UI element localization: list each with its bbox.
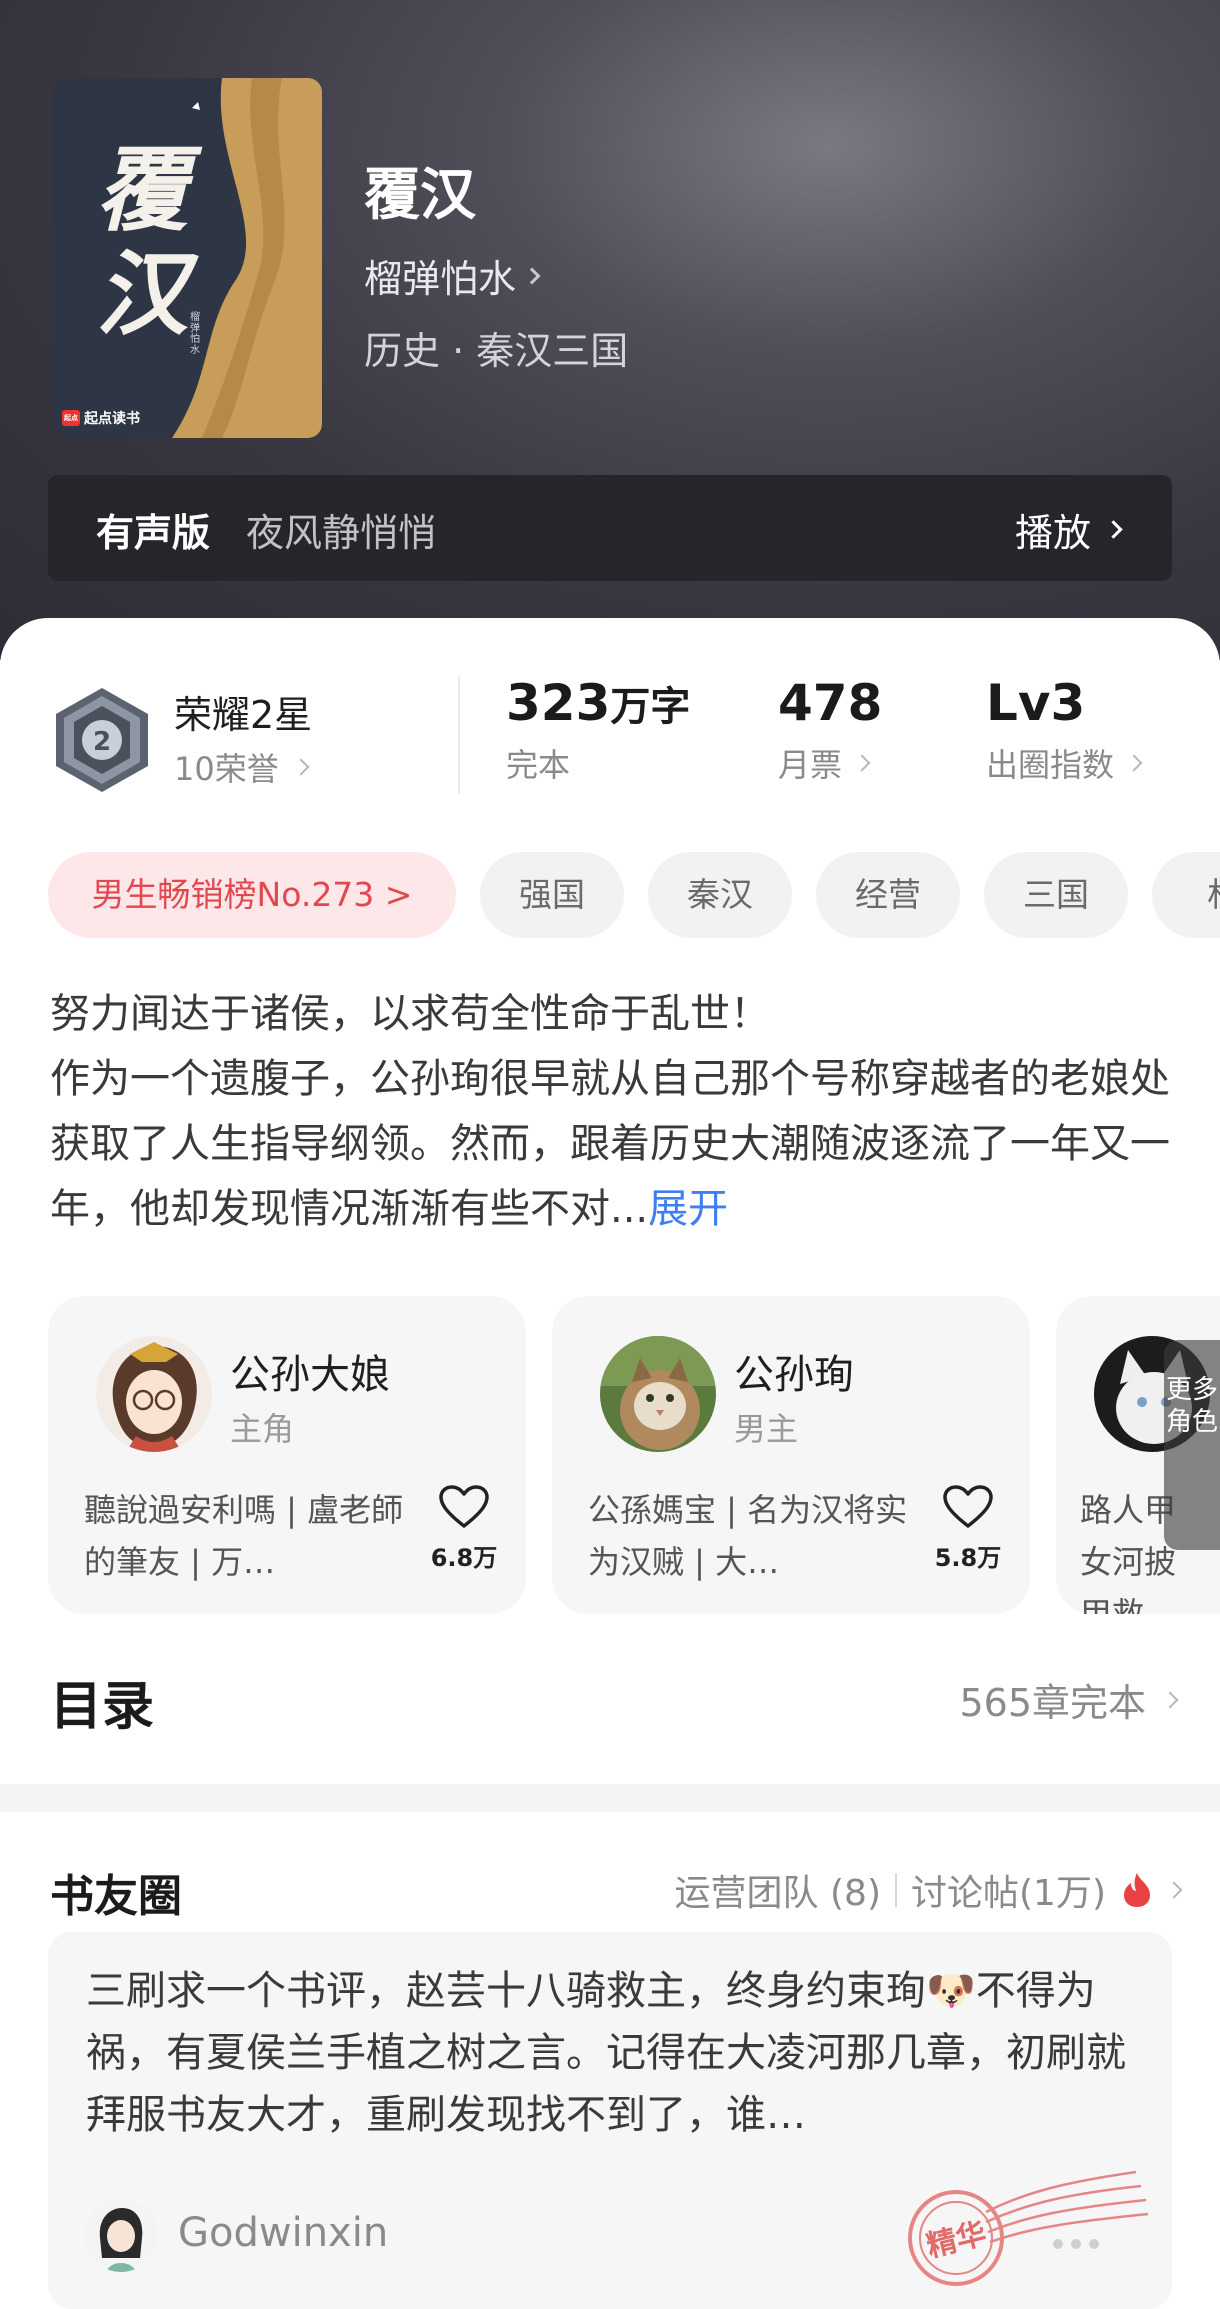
stat-monthly-tickets-value: 478 bbox=[778, 674, 883, 732]
ops-team-count: 运营团队 (8) bbox=[674, 1873, 881, 1914]
like-count: 6.8万 bbox=[430, 1544, 498, 1572]
tag-item[interactable]: 秦汉 bbox=[648, 852, 792, 938]
book-title: 覆汉 bbox=[364, 162, 476, 228]
chevron-right-icon bbox=[292, 758, 310, 776]
cover-publisher-label: 起点读书 bbox=[84, 411, 140, 427]
qidian-logo-icon: 起点 bbox=[62, 410, 80, 426]
like-button[interactable]: 6.8万 bbox=[428, 1484, 500, 1573]
book-circle-meta[interactable]: 运营团队 (8) 讨论帖(1万) bbox=[674, 1864, 1183, 1916]
book-category: 历史 · 秦汉三国 bbox=[364, 329, 629, 373]
heart-icon bbox=[943, 1485, 993, 1528]
tag-item[interactable]: 三国 bbox=[984, 852, 1128, 938]
character-role: 男主 bbox=[734, 1410, 799, 1448]
chevron-right-icon bbox=[853, 754, 871, 772]
synopsis-headline: 努力闻达于诸侯，以求苟全性命于乱世！ bbox=[50, 991, 770, 1037]
heart-icon bbox=[439, 1485, 489, 1528]
toc-status: 565章完本 bbox=[959, 1681, 1146, 1725]
post-username[interactable]: Godwinxin bbox=[178, 2210, 388, 2256]
book-cover[interactable]: 覆汉 榴弹怕水 起点 起点读书 bbox=[52, 78, 322, 438]
book-circle-title[interactable]: 书友圈 bbox=[50, 1860, 182, 1924]
tag-item[interactable]: 权 bbox=[1152, 852, 1220, 938]
chevron-right-icon bbox=[1104, 520, 1123, 539]
stat-word-count: 323万字 完本 bbox=[506, 674, 690, 786]
like-count: 5.8万 bbox=[934, 1544, 1002, 1572]
character-card[interactable]: 公孙珣 男主 公孫媽宝 | 名为汉将实为汉贼 | 大… 5.8万 bbox=[552, 1296, 1030, 1614]
book-detail-card: 2 荣耀2星 10荣誉 323万字 完本 478 月票 Lv3 出圈指数 男生畅… bbox=[0, 618, 1220, 1790]
stat-influence-index[interactable]: Lv3 出圈指数 bbox=[986, 674, 1143, 786]
audio-version-bar[interactable]: 有声版 夜风静悄悄 播放 bbox=[48, 475, 1172, 581]
chevron-right-icon bbox=[1125, 754, 1143, 772]
toc-title[interactable]: 目录 bbox=[50, 1664, 154, 1739]
stat-influence-label: 出圈指数 bbox=[986, 746, 1115, 784]
character-list: 公孙大娘 主角 聽說過安利嗎 | 盧老師的筆友 | 万… 6.8万 公孙珣 男主… bbox=[0, 1296, 1220, 1614]
cover-publisher: 起点 起点读书 bbox=[62, 408, 140, 428]
character-name: 公孙珣 bbox=[734, 1352, 854, 1398]
tag-list: 男生畅销榜No.273 > 强国 秦汉 经营 三国 权 bbox=[48, 852, 1220, 938]
chevron-right-icon bbox=[1161, 1691, 1179, 1708]
stat-monthly-tickets[interactable]: 478 月票 bbox=[778, 674, 882, 786]
stat-word-count-value: 323 bbox=[506, 674, 611, 732]
stamp-label: 精华 bbox=[923, 2216, 990, 2264]
user-avatar[interactable] bbox=[84, 2198, 158, 2272]
stat-influence-value: Lv3 bbox=[986, 674, 1086, 732]
tag-item[interactable]: 经营 bbox=[816, 852, 960, 938]
toc-link[interactable]: 565章完本 bbox=[959, 1672, 1179, 1727]
character-description: 公孫媽宝 | 名为汉将实为汉贼 | 大… bbox=[588, 1491, 908, 1581]
fire-icon bbox=[1124, 1873, 1150, 1907]
audio-label: 有声版 bbox=[96, 511, 211, 555]
audio-narrator: 夜风静悄悄 bbox=[246, 511, 437, 555]
chevron-right-icon bbox=[1165, 1881, 1183, 1899]
chevron-right-icon bbox=[523, 267, 541, 284]
author-link[interactable]: 榴弹怕水 bbox=[364, 248, 541, 303]
stat-word-count-unit: 万字 bbox=[610, 684, 691, 730]
book-header: 覆汉 榴弹怕水 起点 起点读书 覆汉 榴弹怕水 历史 · 秦汉三国 有声版 夜风… bbox=[0, 0, 1220, 660]
character-avatar bbox=[600, 1336, 716, 1452]
section-divider bbox=[0, 1784, 1220, 1812]
character-avatar bbox=[96, 1336, 212, 1452]
featured-stamp-icon: 精华 bbox=[908, 2170, 1149, 2286]
character-role: 主角 bbox=[230, 1410, 295, 1448]
character-description: 聽說過安利嗎 | 盧老師的筆友 | 万… bbox=[84, 1491, 404, 1581]
synopsis-body: 作为一个遗腹子，公孙珣很早就从自己那个号称穿越者的老娘处获取了人生指导纲领。然而… bbox=[50, 1056, 1170, 1232]
featured-post[interactable]: 三刷求一个书评，赵芸十八骑救主，终身约束珣🐶不得为祸，有夏侯兰手植之树之言。记得… bbox=[48, 1932, 1172, 2309]
stat-word-count-label: 完本 bbox=[506, 746, 571, 784]
tag-ranking[interactable]: 男生畅销榜No.273 > bbox=[48, 852, 456, 938]
meta-separator bbox=[895, 1873, 897, 1907]
play-button[interactable]: 播放 bbox=[1014, 502, 1123, 557]
stat-monthly-tickets-label: 月票 bbox=[778, 746, 843, 784]
cover-title: 覆汉 bbox=[96, 136, 189, 348]
honor-badge-level: 2 bbox=[93, 727, 111, 757]
synopsis[interactable]: 努力闻达于诸侯，以求苟全性命于乱世！ 作为一个遗腹子，公孙珣很早就从自己那个号称… bbox=[50, 982, 1180, 1242]
tag-item[interactable]: 强国 bbox=[480, 852, 624, 938]
more-characters-button[interactable]: 更多角色 bbox=[1164, 1340, 1220, 1550]
honor-badge-icon[interactable]: 2 bbox=[52, 686, 152, 794]
cover-author: 榴弹怕水 bbox=[190, 312, 200, 356]
like-button[interactable]: 5.8万 bbox=[932, 1484, 1004, 1573]
character-name: 公孙大娘 bbox=[230, 1352, 390, 1398]
author-name: 榴弹怕水 bbox=[364, 257, 517, 301]
post-text: 三刷求一个书评，赵芸十八骑救主，终身约束珣🐶不得为祸，有夏侯兰手植之树之言。记得… bbox=[86, 1968, 1126, 2138]
discussion-count: 讨论帖(1万) bbox=[911, 1873, 1106, 1914]
play-label: 播放 bbox=[1014, 511, 1091, 555]
honor-points: 10荣誉 bbox=[174, 750, 279, 788]
honor-title: 荣耀2星 bbox=[174, 693, 313, 737]
expand-link[interactable]: 展开 bbox=[648, 1186, 728, 1232]
character-card[interactable]: 公孙大娘 主角 聽說過安利嗎 | 盧老師的筆友 | 万… 6.8万 bbox=[48, 1296, 526, 1614]
stats-divider bbox=[458, 676, 460, 794]
honor-points-link[interactable]: 10荣誉 bbox=[174, 744, 310, 790]
